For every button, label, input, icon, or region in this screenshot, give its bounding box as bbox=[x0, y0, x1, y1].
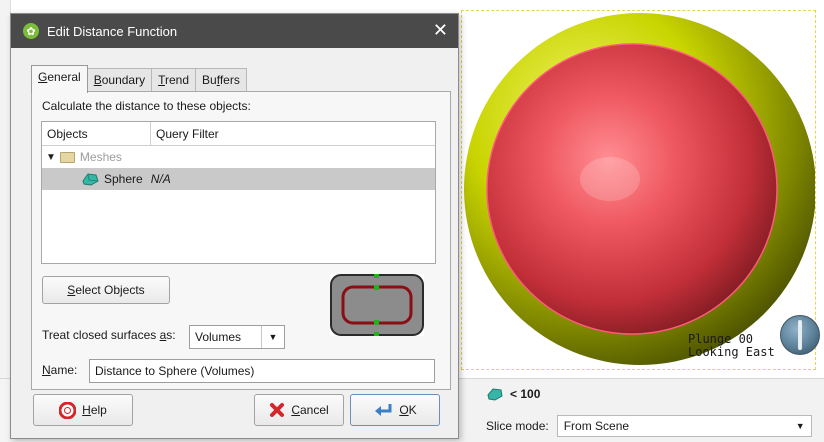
table-header: Objects Query Filter bbox=[42, 122, 435, 146]
dialog-title: Edit Distance Function bbox=[47, 23, 178, 39]
ok-icon bbox=[375, 404, 392, 416]
slice-mode-label: Slice mode: bbox=[486, 419, 549, 433]
tab-trend[interactable]: Trend bbox=[151, 68, 197, 93]
treat-surfaces-value: Volumes bbox=[195, 330, 242, 344]
distance-preview-icon bbox=[330, 274, 424, 336]
folder-icon bbox=[59, 151, 75, 163]
looking-readout: Looking East bbox=[688, 345, 775, 359]
scene-render bbox=[464, 13, 815, 365]
objects-prompt: Calculate the distance to these objects: bbox=[42, 99, 251, 113]
folder-label: Meshes bbox=[79, 150, 122, 164]
leapfrog-app-icon: ✿ bbox=[23, 23, 39, 39]
mesh-icon bbox=[487, 388, 503, 401]
orientation-readout: Plunge 00 Looking East bbox=[688, 333, 775, 359]
tab-buffers[interactable]: Buffers bbox=[195, 68, 247, 93]
close-icon[interactable]: ✕ bbox=[433, 21, 448, 39]
dropdown-arrow-icon: ▼ bbox=[795, 421, 805, 431]
legend-value: < 100 bbox=[510, 387, 541, 401]
help-icon bbox=[59, 401, 77, 419]
scene-viewport[interactable] bbox=[461, 10, 816, 370]
treat-surfaces-label: Treat closed surfaces as: bbox=[42, 328, 176, 342]
expand-triangle-icon[interactable]: ▼ bbox=[46, 152, 56, 163]
table-row-meshes[interactable]: ▼ Meshes bbox=[42, 146, 435, 168]
object-name: Sphere bbox=[104, 172, 143, 186]
name-label: Name: bbox=[42, 363, 78, 377]
compass-icon[interactable] bbox=[780, 315, 820, 355]
select-objects-button[interactable]: Select Objects bbox=[42, 276, 170, 304]
table-row-sphere[interactable]: Sphere N/A bbox=[42, 168, 435, 190]
cancel-button[interactable]: Cancel bbox=[254, 394, 344, 426]
objects-table[interactable]: Objects Query Filter ▼ Meshes Sphere N/A bbox=[41, 121, 436, 264]
ok-button[interactable]: OK bbox=[350, 394, 440, 426]
object-query-filter: N/A bbox=[150, 172, 171, 186]
legend-row: < 100 bbox=[486, 387, 540, 401]
treat-surfaces-select[interactable]: Volumes ▼ bbox=[189, 325, 285, 349]
column-objects[interactable]: Objects bbox=[42, 122, 151, 145]
cancel-icon bbox=[270, 403, 285, 417]
tab-general[interactable]: General bbox=[31, 65, 88, 93]
tab-bar: General Boundary Trend Buffers bbox=[31, 65, 247, 93]
name-field[interactable] bbox=[89, 359, 435, 383]
mesh-icon bbox=[82, 172, 99, 186]
dialog-titlebar[interactable]: ✿ Edit Distance Function ✕ bbox=[11, 14, 458, 48]
help-button[interactable]: Help bbox=[33, 394, 133, 426]
column-query-filter[interactable]: Query Filter bbox=[151, 122, 219, 145]
slice-mode-select[interactable]: From Scene ▼ bbox=[556, 415, 812, 437]
slice-mode-value: From Scene bbox=[563, 419, 630, 433]
tab-boundary[interactable]: Boundary bbox=[86, 68, 153, 93]
dropdown-arrow-icon[interactable]: ▼ bbox=[261, 326, 284, 348]
edit-distance-function-dialog: ✿ Edit Distance Function ✕ General Bound… bbox=[10, 13, 459, 439]
general-tab-panel: Calculate the distance to these objects:… bbox=[31, 91, 451, 390]
slice-mode-row: Slice mode: From Scene ▼ bbox=[486, 415, 812, 437]
